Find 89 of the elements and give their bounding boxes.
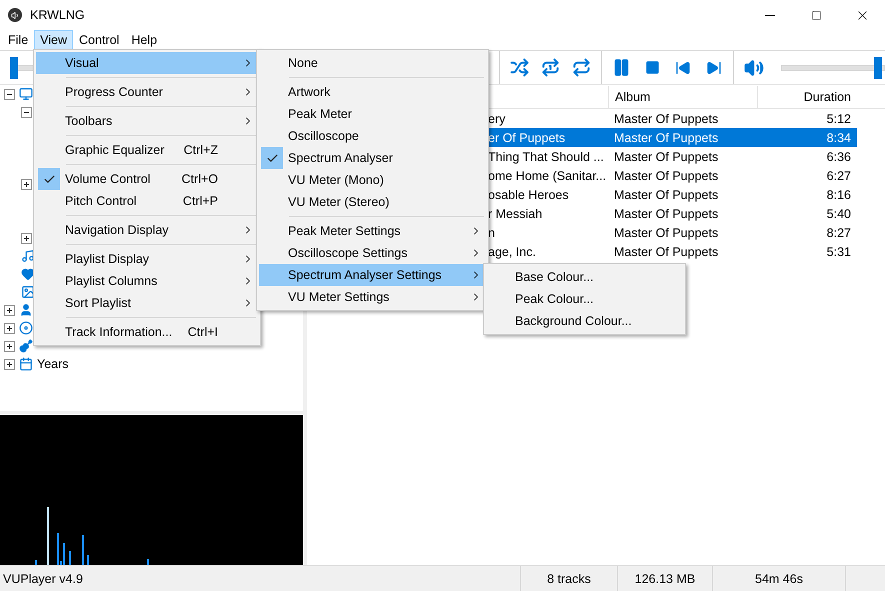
window-title: KRWLNG <box>30 8 85 22</box>
menu-item[interactable]: Volume Control Ctrl+O <box>36 168 258 190</box>
menu-item[interactable]: None <box>259 52 486 74</box>
title-cell: Thing That Should ... <box>488 150 604 164</box>
repeat-one-icon <box>540 58 560 77</box>
title-cell: r Messiah <box>488 206 542 220</box>
duration-cell: 8:34 <box>826 130 851 144</box>
duration-cell: 5:12 <box>826 112 851 126</box>
duration-cell: 6:27 <box>826 168 851 182</box>
album-cell: Master Of Puppets <box>614 206 718 220</box>
title-cell: er Of Puppets <box>488 130 566 144</box>
menu-title[interactable]: Help <box>125 30 164 50</box>
menu-title[interactable]: Control <box>73 30 126 50</box>
album-cell: Master Of Puppets <box>614 130 718 144</box>
album-cell: Master Of Puppets <box>614 188 718 202</box>
next-icon <box>706 60 722 76</box>
speaker-icon <box>744 58 764 78</box>
title-cell: ery <box>488 112 506 126</box>
menu-item[interactable]: Track Information... Ctrl+I <box>36 321 258 343</box>
duration-label: 54m 46s <box>755 572 803 586</box>
menu-item[interactable]: Playlist Columns <box>36 270 258 292</box>
album-cell: Master Of Puppets <box>614 168 718 182</box>
shuffle-icon <box>510 58 529 77</box>
menu-item[interactable]: Base Colour... <box>486 266 683 288</box>
menu-item[interactable]: Peak Meter <box>259 103 486 125</box>
menu-item[interactable]: Spectrum Analyser Settings <box>259 264 486 286</box>
expand-icon[interactable] <box>21 232 32 244</box>
maximize-icon <box>810 10 822 20</box>
menu-item[interactable]: VU Meter Settings <box>259 286 486 308</box>
disc-icon <box>19 321 33 335</box>
expand-icon[interactable] <box>4 304 15 316</box>
menu-title[interactable]: File <box>2 30 34 50</box>
repeat-icon <box>572 58 591 77</box>
menu-item[interactable]: VU Meter (Stereo) <box>259 191 486 213</box>
menu-title[interactable]: View <box>34 30 74 50</box>
menu-item[interactable]: Oscilloscope Settings <box>259 242 486 264</box>
collapse-icon[interactable] <box>4 88 15 100</box>
menu-item[interactable]: Navigation Display <box>36 219 258 241</box>
menu-item[interactable]: Playlist Display <box>36 248 258 270</box>
duration-cell: 5:31 <box>826 244 851 258</box>
note-icon <box>21 249 35 263</box>
menu-item[interactable]: Peak Meter Settings <box>259 220 486 242</box>
person-icon <box>19 303 33 317</box>
calendar-icon <box>19 357 33 371</box>
volume-slider[interactable] <box>781 56 885 78</box>
album-cell: Master Of Puppets <box>614 112 718 126</box>
menu-item[interactable]: Toolbars <box>36 110 258 132</box>
menu-item[interactable]: Sort Playlist <box>36 292 258 314</box>
check-icon <box>266 152 278 164</box>
title-cell: age, Inc. <box>488 244 536 258</box>
computer-icon <box>19 87 33 101</box>
tree-item[interactable]: Years <box>37 357 69 371</box>
duration-cell: 8:27 <box>826 226 851 240</box>
collapse-icon[interactable] <box>21 106 32 118</box>
title-cell: ome Home (Sanitar... <box>488 168 606 182</box>
menu-item[interactable]: VU Meter (Mono) <box>259 169 486 191</box>
image-icon <box>21 285 35 299</box>
app-icon <box>8 8 22 22</box>
album-cell: Master Of Puppets <box>614 226 718 240</box>
menu-item[interactable]: Artwork <box>259 81 486 103</box>
album-cell: Master Of Puppets <box>614 150 718 164</box>
expand-icon[interactable] <box>4 322 15 334</box>
menu-item[interactable]: Visual <box>36 52 258 74</box>
menu-item[interactable]: Graphic Equalizer Ctrl+Z <box>36 139 258 161</box>
size-label: 126.13 MB <box>634 572 696 586</box>
menu-item[interactable]: Spectrum Analyser <box>259 147 486 169</box>
minimize-icon <box>765 14 775 16</box>
menu-item[interactable]: Background Colour... <box>486 310 683 332</box>
title-cell: n <box>488 226 495 240</box>
title-cell: osable Heroes <box>488 188 569 202</box>
previous-icon <box>674 60 691 76</box>
column-header[interactable]: Album <box>608 86 757 108</box>
menu-item[interactable]: Progress Counter <box>36 81 258 103</box>
expand-icon[interactable] <box>4 340 15 352</box>
stop-icon <box>644 60 660 75</box>
album-cell: Master Of Puppets <box>614 244 718 258</box>
heart-icon <box>21 267 35 281</box>
expand-icon[interactable] <box>4 358 15 370</box>
track-count: 8 tracks <box>547 572 591 586</box>
guitar-icon <box>19 339 33 353</box>
version-label: VUPlayer v4.9 <box>3 572 83 586</box>
menu-item[interactable]: Peak Colour... <box>486 288 683 310</box>
duration-cell: 5:40 <box>826 206 851 220</box>
duration-cell: 8:16 <box>826 188 851 202</box>
duration-cell: 6:36 <box>826 150 851 164</box>
column-header[interactable]: Duration <box>757 86 857 108</box>
check-icon <box>42 172 56 186</box>
expand-icon[interactable] <box>21 178 32 190</box>
menu-item[interactable]: Pitch Control Ctrl+P <box>36 190 258 212</box>
